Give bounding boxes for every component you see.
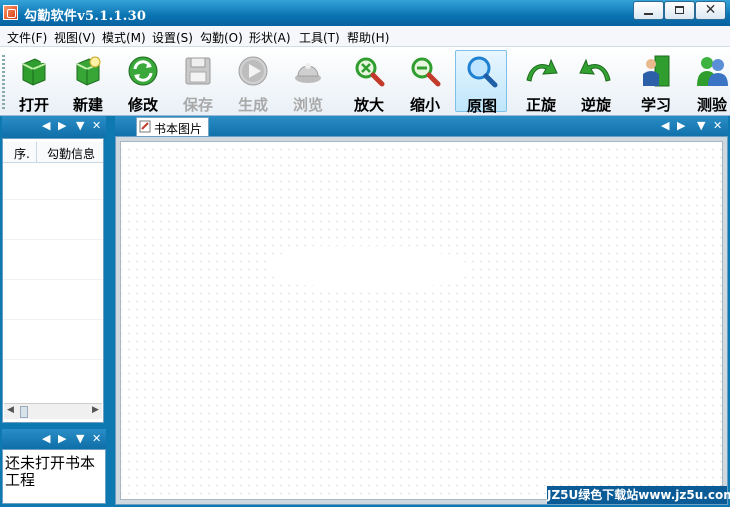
open-button[interactable]: 打开 bbox=[10, 50, 58, 114]
zoom-out-button[interactable]: 缩小 bbox=[401, 50, 449, 114]
list-row-line bbox=[3, 359, 103, 360]
panel-prev-icon[interactable]: ◀ bbox=[42, 119, 50, 132]
image-canvas[interactable] bbox=[120, 141, 723, 500]
panel-menu-icon[interactable]: ▼ bbox=[76, 119, 84, 132]
menu-view[interactable]: 视图(V) bbox=[54, 29, 96, 46]
generate-button[interactable]: 生成 bbox=[229, 50, 277, 114]
quiz-label: 测验 bbox=[696, 96, 727, 114]
panel-close-icon[interactable]: ✕ bbox=[92, 119, 101, 132]
scroll-thumb[interactable] bbox=[20, 406, 28, 418]
doc-prev-icon[interactable]: ◀ bbox=[661, 119, 669, 132]
save-icon bbox=[185, 57, 211, 85]
quiz-icon bbox=[697, 57, 728, 86]
column-info[interactable]: 勾勤信息 bbox=[47, 145, 95, 162]
site-watermark: JZ5U绿色下载站www.jz5u.com bbox=[547, 486, 730, 504]
panel-next-icon[interactable]: ▶ bbox=[58, 432, 66, 445]
rotate-left-icon bbox=[579, 58, 611, 82]
app-window: 勾勤软件v5.1.1.30 ✕ 文件(F) 视图(V) 模式(M) 设置(S) … bbox=[0, 0, 730, 507]
modify-label: 修改 bbox=[127, 96, 158, 114]
menu-file[interactable]: 文件(F) bbox=[7, 29, 47, 46]
panel-menu-icon[interactable]: ▼ bbox=[76, 432, 84, 445]
doc-next-icon[interactable]: ▶ bbox=[677, 119, 685, 132]
menu-bar: 文件(F) 视图(V) 模式(M) 设置(S) 勾勤(O) 形状(A) 工具(T… bbox=[0, 26, 730, 47]
doc-close-icon[interactable]: ✕ bbox=[713, 119, 722, 132]
close-icon: ✕ bbox=[704, 2, 717, 18]
list-header: 序. 勾勤信息 bbox=[3, 142, 103, 163]
browse-label: 浏览 bbox=[292, 96, 323, 114]
menu-gouqin[interactable]: 勾勤(O) bbox=[200, 29, 243, 46]
quiz-button[interactable]: 测验 bbox=[688, 50, 730, 114]
no-project-message: 还未打开书本工程 bbox=[5, 454, 96, 489]
list-row-line bbox=[3, 279, 103, 280]
zoom-in-label: 放大 bbox=[353, 96, 384, 114]
new-label: 新建 bbox=[72, 96, 103, 114]
menu-help[interactable]: 帮助(H) bbox=[347, 29, 389, 46]
list-row-line bbox=[3, 319, 103, 320]
list-row-line bbox=[3, 239, 103, 240]
rotate-ccw-button[interactable]: 逆旋 bbox=[572, 50, 620, 114]
browse-button[interactable]: 浏览 bbox=[284, 50, 332, 114]
left-panel-header: ◀ ▶ ▼ ✕ bbox=[2, 116, 106, 138]
image-tab-icon bbox=[139, 120, 151, 133]
original-size-icon bbox=[467, 56, 498, 88]
original-size-label: 原图 bbox=[466, 97, 497, 115]
learn-icon bbox=[643, 55, 670, 87]
minimize-button[interactable] bbox=[633, 1, 664, 20]
rotate-cw-label: 正旋 bbox=[525, 96, 556, 114]
modify-button[interactable]: 修改 bbox=[119, 50, 167, 114]
column-index[interactable]: 序. bbox=[14, 145, 30, 162]
original-size-button[interactable]: 原图 bbox=[455, 50, 507, 115]
rotate-cw-button[interactable]: 正旋 bbox=[517, 50, 565, 114]
tab-book-image[interactable]: 书本图片 bbox=[136, 117, 209, 136]
save-button[interactable]: 保存 bbox=[174, 50, 222, 114]
play-icon bbox=[238, 56, 268, 86]
scroll-right-icon[interactable]: ▶ bbox=[92, 405, 99, 415]
open-label: 打开 bbox=[18, 96, 49, 114]
zoom-in-icon bbox=[355, 57, 385, 87]
image-placeholder bbox=[269, 246, 469, 290]
status-panel: 还未打开书本工程 bbox=[2, 449, 106, 504]
column-divider[interactable] bbox=[36, 142, 37, 162]
scroll-left-icon[interactable]: ◀ bbox=[7, 405, 14, 415]
menu-shape[interactable]: 形状(A) bbox=[249, 29, 291, 46]
new-button[interactable]: 新建 bbox=[64, 50, 112, 114]
rotate-ccw-label: 逆旋 bbox=[580, 96, 611, 114]
list-row-line bbox=[3, 199, 103, 200]
window-title: 勾勤软件v5.1.1.30 bbox=[24, 9, 147, 24]
open-icon bbox=[22, 55, 46, 86]
rotate-right-icon bbox=[526, 58, 558, 82]
gouqin-list[interactable]: 序. 勾勤信息 bbox=[2, 138, 104, 423]
zoom-out-icon bbox=[411, 57, 441, 87]
panel-close-icon[interactable]: ✕ bbox=[92, 432, 101, 445]
browse-icon bbox=[295, 63, 321, 83]
menu-tools[interactable]: 工具(T) bbox=[299, 29, 340, 46]
panel-next-icon[interactable]: ▶ bbox=[58, 119, 66, 132]
save-label: 保存 bbox=[182, 96, 213, 114]
zoom-in-button[interactable]: 放大 bbox=[345, 50, 393, 114]
refresh-icon bbox=[128, 56, 158, 86]
maximize-button[interactable] bbox=[664, 1, 695, 20]
menu-settings[interactable]: 设置(S) bbox=[152, 29, 193, 46]
document-view bbox=[115, 136, 728, 505]
toolbar: 打开 新建 修改 保存 生成 浏览 放大 缩小 原图 正旋 逆旋 学习 测验 bbox=[0, 47, 730, 116]
horizontal-scrollbar[interactable]: ◀ ▶ bbox=[4, 403, 102, 419]
zoom-out-label: 缩小 bbox=[409, 96, 440, 114]
panel-prev-icon[interactable]: ◀ bbox=[42, 432, 50, 445]
toolbar-grip[interactable] bbox=[2, 55, 5, 109]
generate-label: 生成 bbox=[237, 96, 268, 114]
learn-button[interactable]: 学习 bbox=[632, 50, 680, 114]
title-bar[interactable]: 勾勤软件v5.1.1.30 ✕ bbox=[0, 0, 730, 26]
maximize-icon bbox=[675, 6, 684, 14]
app-logo-icon bbox=[3, 5, 18, 20]
tab-label: 书本图片 bbox=[154, 122, 203, 136]
menu-mode[interactable]: 模式(M) bbox=[102, 29, 146, 46]
bottom-panel-header: ◀ ▶ ▼ ✕ bbox=[2, 429, 106, 449]
doc-menu-icon[interactable]: ▼ bbox=[697, 119, 705, 132]
close-button[interactable]: ✕ bbox=[695, 1, 726, 20]
new-icon bbox=[76, 56, 101, 86]
minimize-icon bbox=[644, 13, 653, 15]
learn-label: 学习 bbox=[640, 96, 671, 114]
